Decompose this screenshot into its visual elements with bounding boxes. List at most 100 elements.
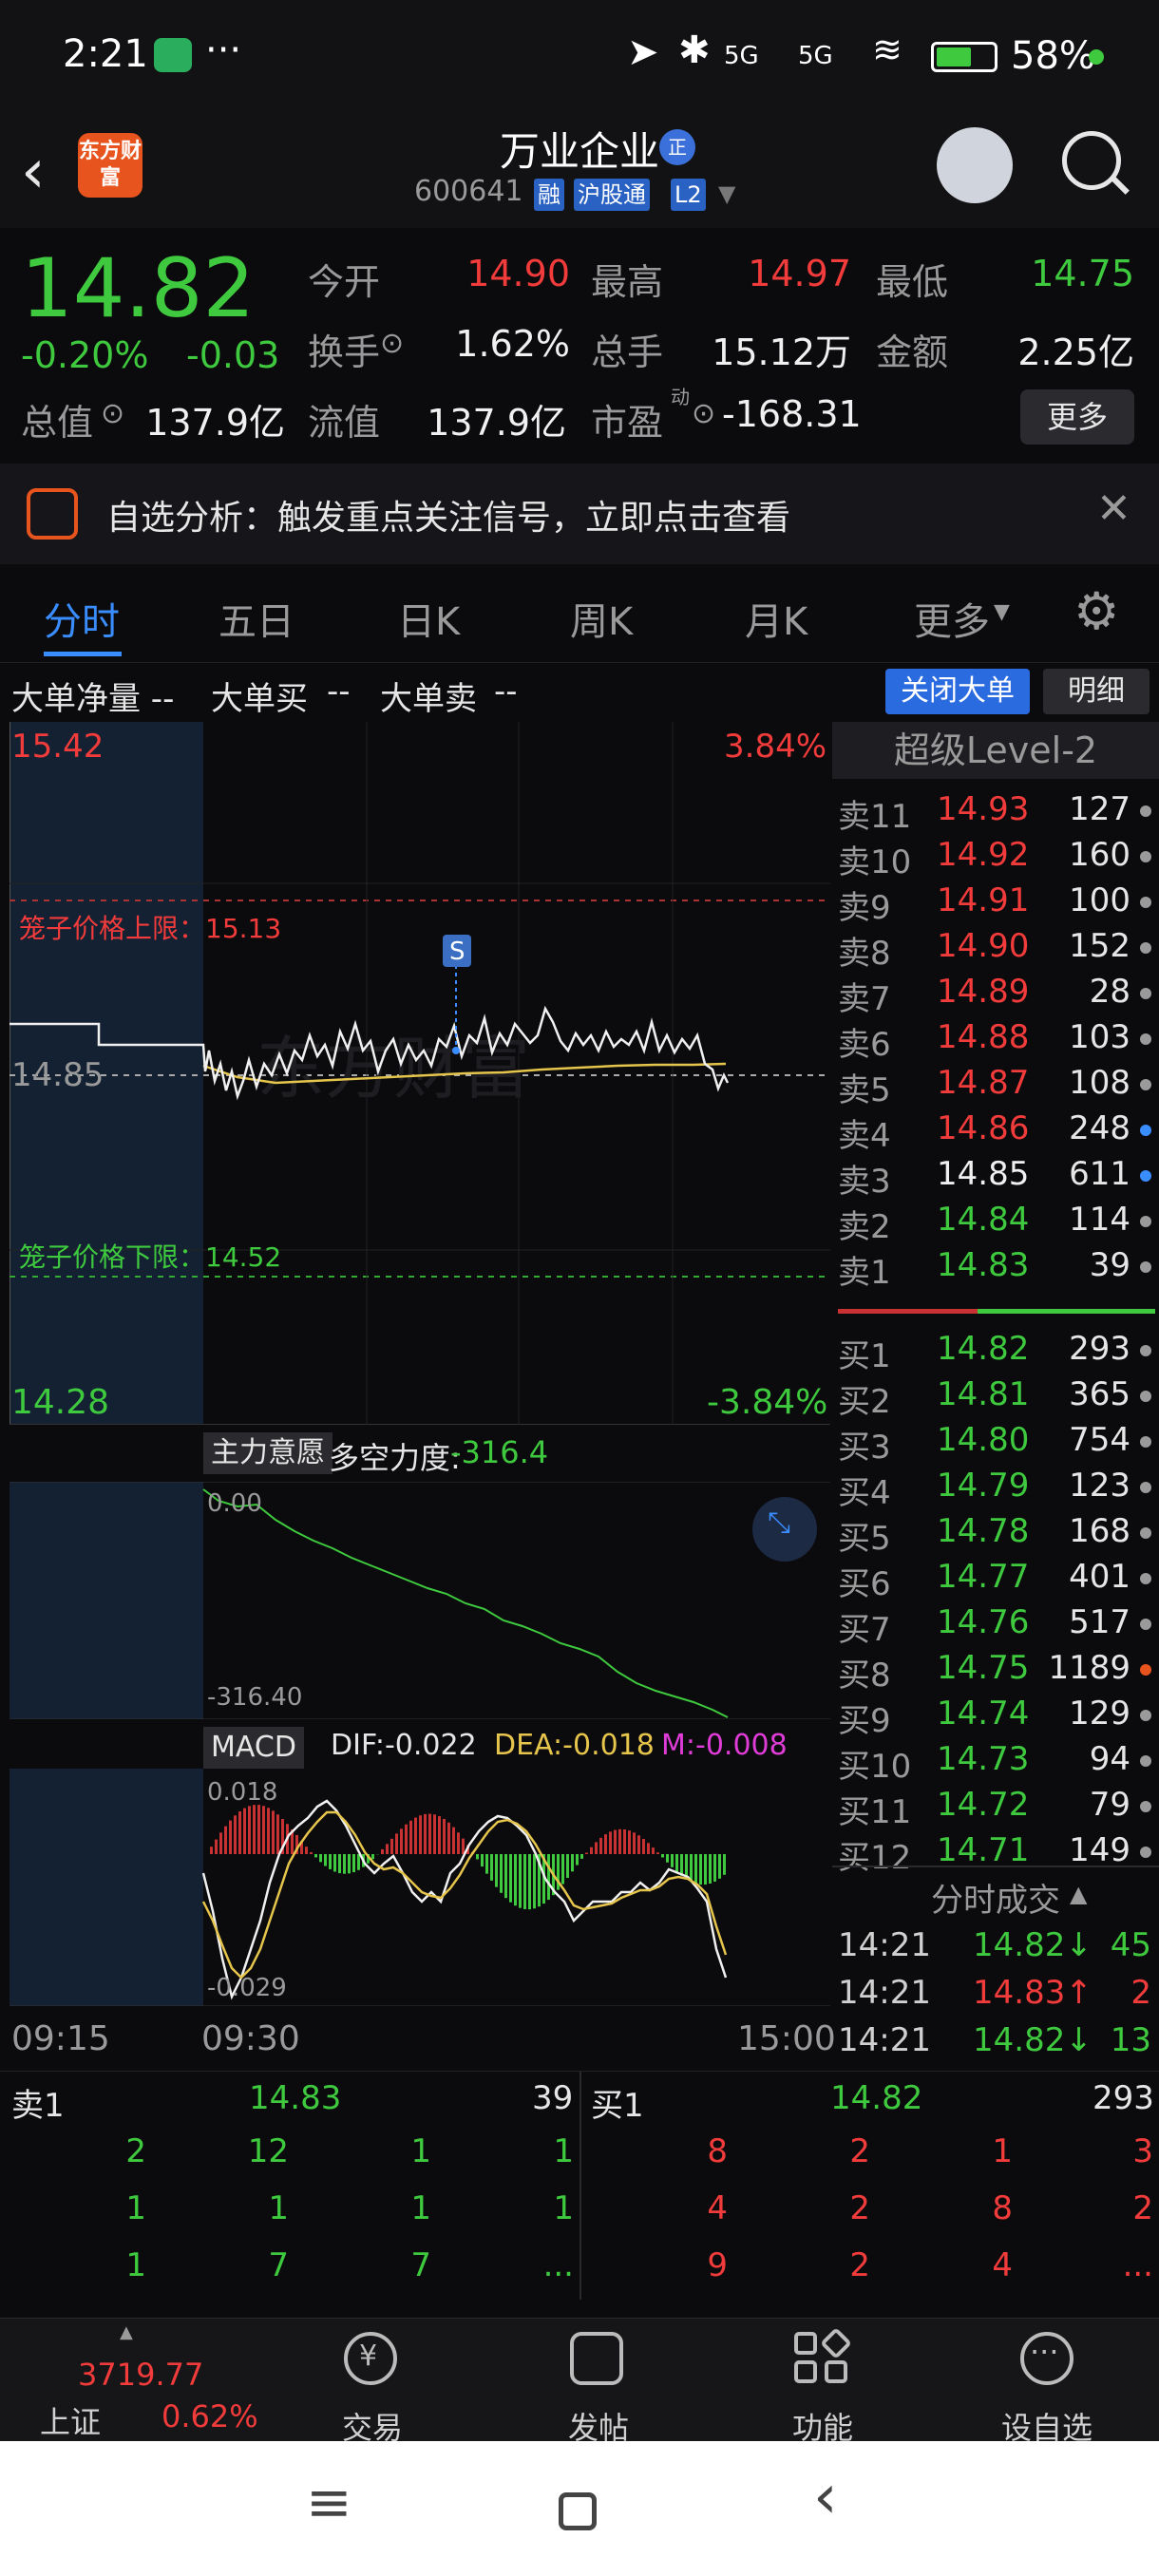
- order-book: 超级Level-2 卖11 14.93 127 卖10 14.92 160 卖9 14.91 1…: [832, 722, 1159, 2071]
- bid-row[interactable]: 买10 14.73 94: [832, 1740, 1159, 1786]
- trades-expand-icon[interactable]: ▲: [1070, 1881, 1087, 1907]
- bid-row[interactable]: 买4 14.79 123: [832, 1467, 1159, 1512]
- ask-level-label: 卖6: [838, 1026, 891, 1064]
- bid-row[interactable]: 买12 14.71 149: [832, 1831, 1159, 1877]
- post-icon[interactable]: [570, 2332, 623, 2385]
- ask-row[interactable]: 卖7 14.89 28: [832, 973, 1159, 1018]
- macd-bar: [723, 1854, 726, 1875]
- macd-chart[interactable]: [10, 1769, 830, 2006]
- macd-bar: [495, 1854, 498, 1887]
- macd-bar: [234, 1815, 237, 1854]
- index-percent[interactable]: 0.62%: [162, 2398, 258, 2434]
- tab-monthly-k[interactable]: 月K: [745, 591, 808, 646]
- tab-weekly-k[interactable]: 周K: [570, 591, 633, 646]
- index-name[interactable]: 上证: [40, 2398, 101, 2442]
- macd-bar: [694, 1854, 697, 1885]
- tab-intraday[interactable]: 分时: [44, 591, 120, 646]
- bid-volume: 293: [1069, 1330, 1130, 1368]
- queue-sell-cell: 7: [268, 2246, 289, 2284]
- ask-row[interactable]: 卖8 14.90 152: [832, 927, 1159, 973]
- bid-row[interactable]: 买8 14.75 1189: [832, 1649, 1159, 1695]
- main-intent-selector[interactable]: 主力意愿: [203, 1432, 332, 1474]
- banner-text[interactable]: 自选分析：触发重点关注信号，立即点击查看: [106, 490, 790, 540]
- back-icon[interactable]: ‹: [813, 2462, 838, 2532]
- bid-price: 14.79: [937, 1467, 1030, 1505]
- tab-daily-k[interactable]: 日K: [397, 591, 460, 646]
- order-flag-dot: [1140, 1573, 1151, 1584]
- intraday-chart[interactable]: 东方财富 S: [10, 722, 830, 1425]
- queue-sell-cell: ...: [542, 2246, 574, 2284]
- ask-volume: 160: [1069, 836, 1130, 874]
- bid-row[interactable]: 买9 14.74 129: [832, 1695, 1159, 1740]
- ask-volume: 28: [1089, 973, 1130, 1011]
- gear-icon[interactable]: ⚙: [1074, 581, 1119, 641]
- bid-level-label: 买4: [838, 1474, 891, 1512]
- dynamic-mark: 动: [671, 386, 690, 408]
- analysis-banner[interactable]: 自选分析：触发重点关注信号，立即点击查看 ✕: [0, 464, 1159, 564]
- ask-row[interactable]: 卖1 14.83 39: [832, 1246, 1159, 1292]
- ask-level-label: 卖1: [838, 1254, 891, 1292]
- info-icon[interactable]: ⊙: [101, 397, 124, 430]
- ask-row[interactable]: 卖5 14.87 108: [832, 1064, 1159, 1109]
- ask-level-label: 卖3: [838, 1163, 891, 1201]
- ask-row[interactable]: 卖11 14.93 127: [832, 790, 1159, 836]
- ask-row[interactable]: 卖2 14.84 114: [832, 1201, 1159, 1246]
- order-flag-dot: [1140, 942, 1151, 954]
- macd-bar: [661, 1854, 664, 1858]
- macd-bar: [409, 1820, 412, 1854]
- more-button[interactable]: 更多: [1020, 389, 1134, 445]
- trade-time: 14:21: [838, 1926, 931, 1964]
- macd-bar: [400, 1828, 403, 1854]
- ask-row[interactable]: 卖3 14.85 611: [832, 1155, 1159, 1201]
- high-label: 最高: [591, 261, 664, 303]
- tab-more[interactable]: 更多: [914, 591, 990, 646]
- index-value[interactable]: 3719.77: [78, 2357, 203, 2393]
- level2-title[interactable]: 超级Level-2: [832, 722, 1159, 779]
- float-cap-label: 流值: [308, 402, 381, 444]
- home-icon[interactable]: [559, 2492, 597, 2530]
- tab-five-day[interactable]: 五日: [218, 591, 294, 646]
- ask-row[interactable]: 卖4 14.86 248: [832, 1109, 1159, 1155]
- main-intent-chart[interactable]: [10, 1482, 830, 1719]
- dropdown-icon[interactable]: ▼: [718, 180, 735, 207]
- bid-row[interactable]: 买5 14.78 168: [832, 1512, 1159, 1558]
- ask-row[interactable]: 卖10 14.92 160: [832, 836, 1159, 881]
- info-icon[interactable]: ⊙: [380, 327, 404, 360]
- ask-row[interactable]: 卖9 14.91 100: [832, 881, 1159, 927]
- bid-row[interactable]: 买2 14.81 365: [832, 1375, 1159, 1421]
- macd-bar: [414, 1817, 417, 1854]
- bid-row[interactable]: 买1 14.82 293: [832, 1330, 1159, 1375]
- ask-row[interactable]: 卖6 14.88 103: [832, 1018, 1159, 1064]
- yen-icon: ¥: [359, 2339, 378, 2373]
- bid-row[interactable]: 买7 14.76 517: [832, 1603, 1159, 1649]
- back-chevron-icon[interactable]: ‹: [21, 137, 46, 207]
- chart-top-price: 15.42: [11, 728, 104, 766]
- macd-bar: [248, 1806, 251, 1854]
- close-icon[interactable]: ✕: [1096, 484, 1131, 533]
- functions-icon[interactable]: [794, 2332, 817, 2355]
- robot-assistant-icon[interactable]: [937, 127, 1013, 203]
- market-cap-value: 137.9亿: [145, 402, 285, 444]
- order-flag-dot: [1140, 1345, 1151, 1356]
- bid-row[interactable]: 买6 14.77 401: [832, 1558, 1159, 1603]
- bid-level-label: 买8: [838, 1657, 891, 1695]
- queue-sell-cell: 7: [410, 2246, 431, 2284]
- bid-price: 14.80: [937, 1421, 1030, 1459]
- info-icon[interactable]: ⊙: [692, 397, 715, 430]
- bid-row[interactable]: 买3 14.80 754: [832, 1421, 1159, 1467]
- macd-selector[interactable]: MACD: [203, 1727, 304, 1769]
- app-logo[interactable]: 东方财富: [78, 133, 142, 198]
- bid-row[interactable]: 买11 14.72 79: [832, 1786, 1159, 1831]
- macd-bar: [595, 1842, 598, 1854]
- sell-signal-marker[interactable]: S: [449, 938, 466, 966]
- trades-title[interactable]: 分时成交: [832, 1874, 1159, 1921]
- macd-bar: [476, 1854, 479, 1860]
- macd-bar: [713, 1854, 716, 1882]
- menu-icon[interactable]: ≡: [306, 2470, 352, 2534]
- macd-bar: [647, 1843, 650, 1854]
- close-big-order-button[interactable]: 关闭大单: [885, 669, 1030, 714]
- big-order-row: 大单净量 -- 大单买 -- 大单卖 -- 关闭大单 明细: [0, 665, 1159, 722]
- detail-button[interactable]: 明细: [1043, 669, 1150, 714]
- expand-icon[interactable]: ⤡: [768, 1506, 790, 1540]
- more-notifications-icon: ···: [205, 28, 242, 72]
